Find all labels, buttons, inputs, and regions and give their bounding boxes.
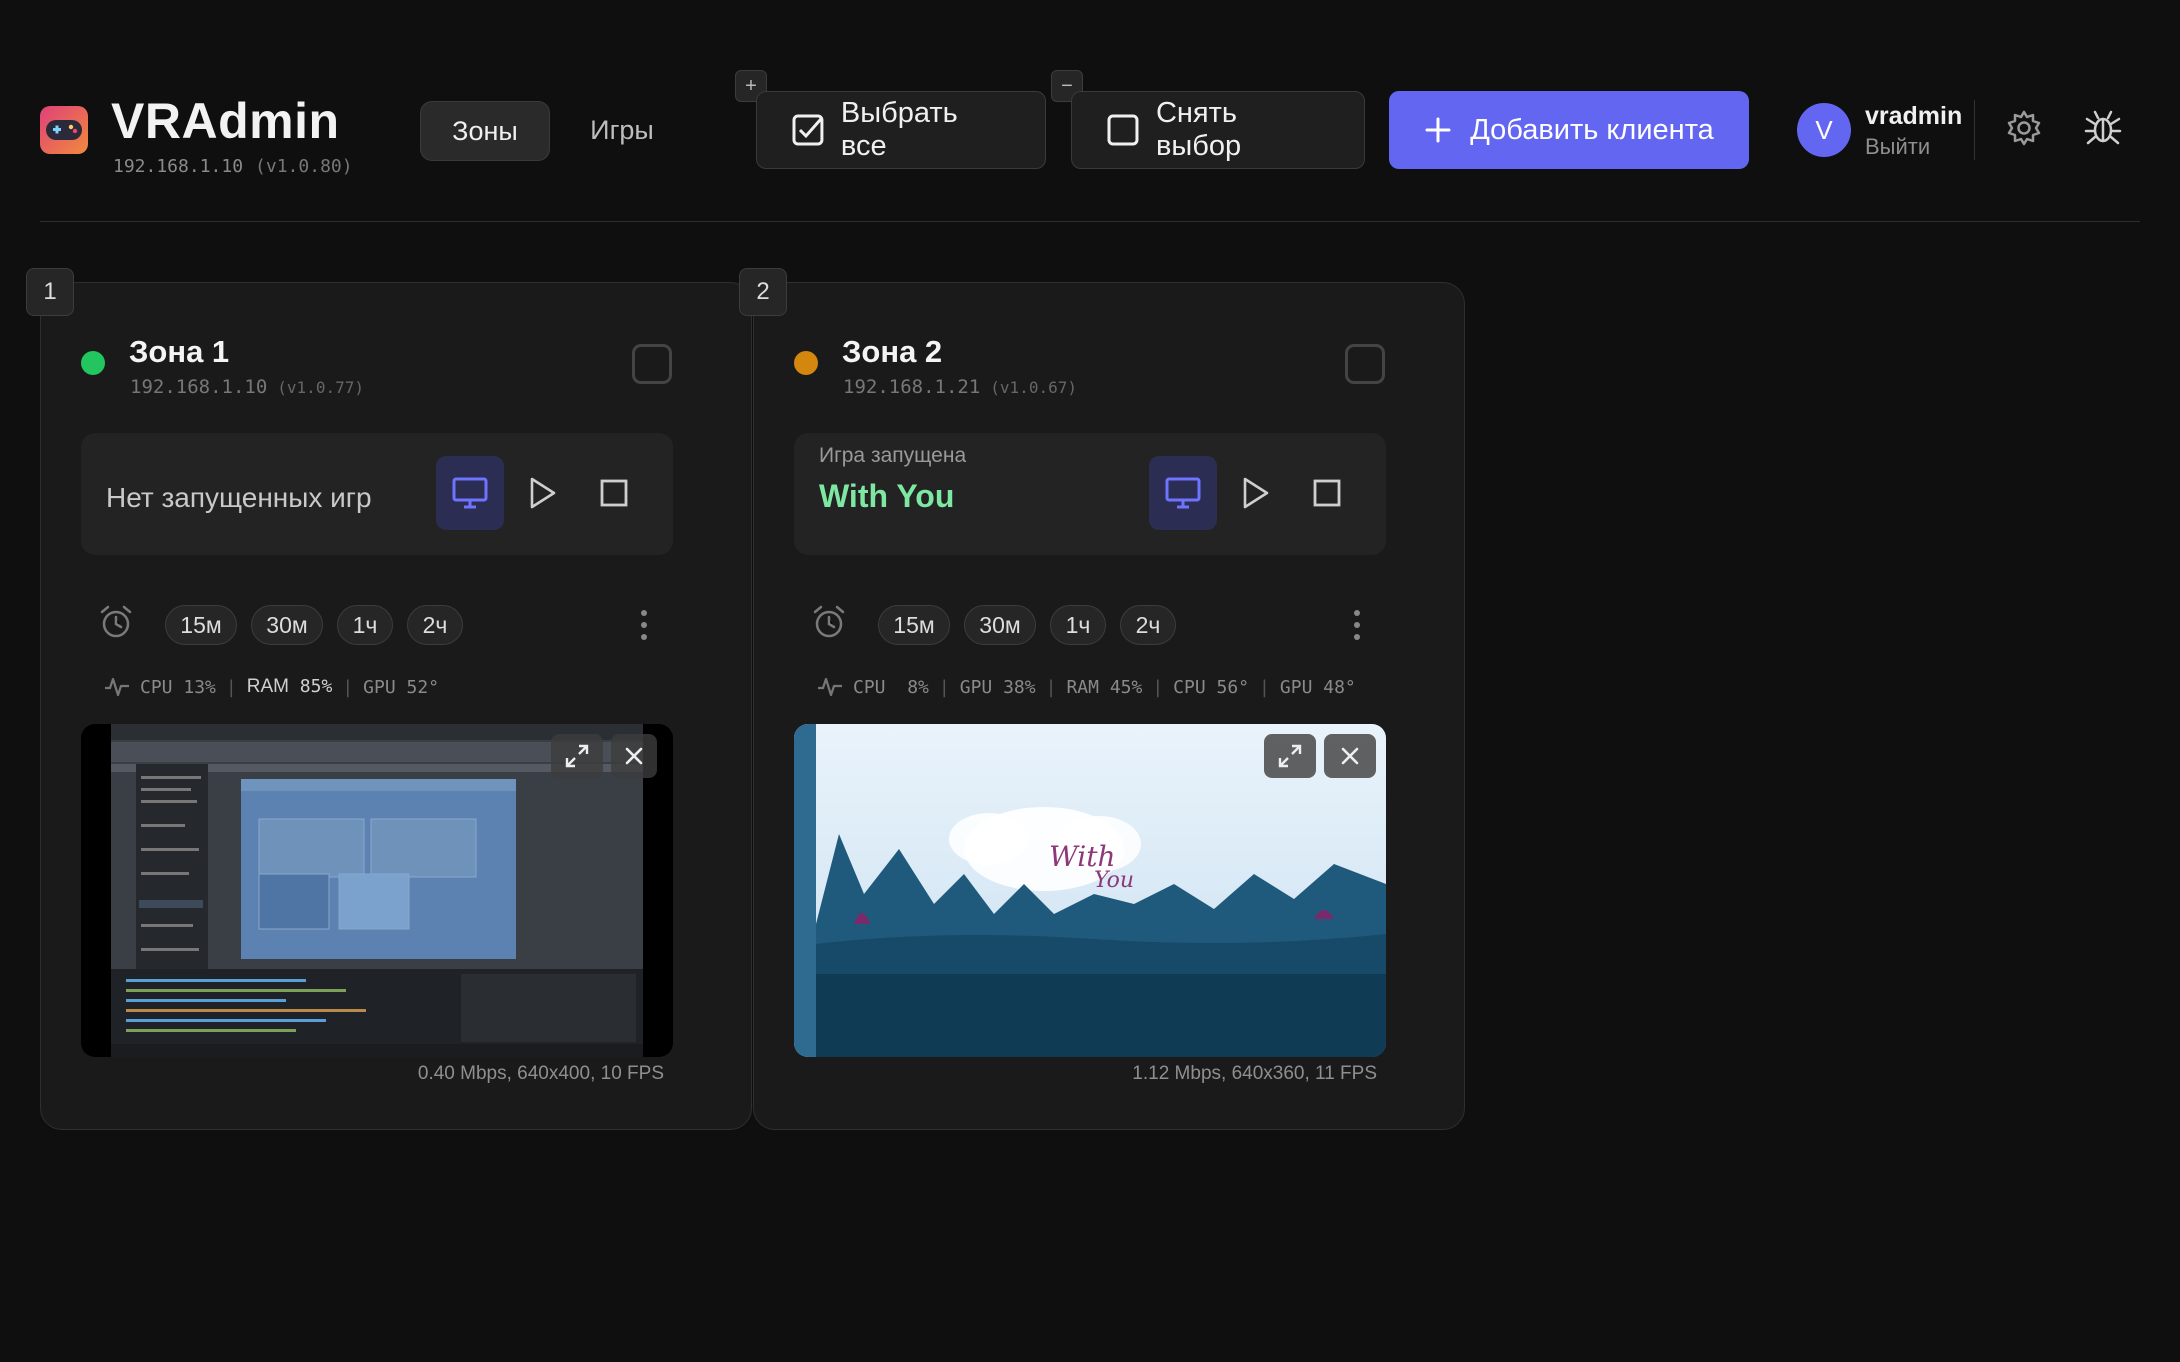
zone-number-badge: 2 bbox=[739, 268, 787, 316]
running-game-name: With You bbox=[819, 478, 955, 514]
user-name: vradmin bbox=[1865, 102, 1963, 130]
game-running-label: Игра запущена bbox=[819, 444, 967, 467]
resource-stats: CPU 8% | GPU 38% | RAM 45% | CPU 56° | G… bbox=[817, 676, 1356, 698]
no-game-text: Нет запущенных игр bbox=[106, 482, 372, 513]
tab-zones[interactable]: Зоны bbox=[420, 101, 550, 161]
cpu-value: 13% bbox=[183, 676, 216, 698]
status-indicator bbox=[81, 351, 105, 375]
more-options-icon[interactable] bbox=[1347, 608, 1367, 647]
alarm-clock-icon bbox=[810, 603, 848, 646]
zone-address: 192.168.1.10 (v1.0.77) bbox=[130, 376, 364, 398]
zone-ip: 192.168.1.10 bbox=[130, 376, 268, 398]
play-icon bbox=[1243, 477, 1269, 509]
resource-stats: CPU 13% | RAM 85% | GPU 52° bbox=[104, 676, 439, 698]
stream-info: 1.12 Mbps, 640x360, 11 FPS bbox=[1132, 1063, 1377, 1084]
cpu-temp-label: CPU bbox=[1173, 676, 1206, 698]
gpu-value: 38% bbox=[1003, 676, 1036, 698]
deselect-all-button[interactable]: Снять выбор bbox=[1071, 91, 1365, 169]
activity-icon bbox=[105, 677, 129, 697]
timer-1h-button[interactable]: 1ч bbox=[1050, 605, 1106, 645]
server-address: 192.168.1.10 (v1.0.80) bbox=[113, 156, 353, 177]
close-icon bbox=[1341, 747, 1359, 765]
close-preview-button[interactable] bbox=[611, 734, 657, 778]
timer-15m-button[interactable]: 15м bbox=[878, 605, 950, 645]
cpu-label: CPU bbox=[140, 676, 173, 698]
gpu-temp-value: 52° bbox=[406, 676, 440, 698]
play-button[interactable] bbox=[512, 456, 572, 530]
play-button[interactable] bbox=[1225, 456, 1285, 530]
add-client-label: Добавить клиента bbox=[1470, 113, 1714, 146]
ram-value: 85% bbox=[299, 676, 333, 697]
select-all-label: Выбрать все bbox=[840, 97, 958, 162]
monitor-button[interactable] bbox=[1149, 456, 1217, 530]
ram-value: 45% bbox=[1109, 676, 1143, 698]
stop-button[interactable] bbox=[584, 456, 644, 530]
game-logo-text: You bbox=[1094, 868, 1134, 893]
close-icon bbox=[625, 747, 643, 765]
zone-title: Зона 2 bbox=[842, 334, 943, 369]
bug-icon[interactable] bbox=[2082, 106, 2124, 153]
timer-1h-button[interactable]: 1ч bbox=[337, 605, 393, 645]
screen-preview[interactable] bbox=[81, 724, 673, 1057]
timer-15m-button[interactable]: 15м bbox=[165, 605, 237, 645]
expand-icon bbox=[565, 744, 589, 768]
zone-version: (v1.0.77) bbox=[277, 378, 364, 397]
expand-icon bbox=[1278, 744, 1302, 768]
header-separator bbox=[40, 221, 2140, 222]
zone-version: (v1.0.67) bbox=[990, 378, 1077, 397]
status-indicator bbox=[794, 351, 818, 375]
zone-select-checkbox[interactable] bbox=[1345, 344, 1385, 384]
monitor-icon bbox=[452, 477, 488, 509]
add-client-button[interactable]: Добавить клиента bbox=[1389, 91, 1749, 169]
cpu-temp-value: 56° bbox=[1216, 676, 1250, 698]
gear-icon[interactable] bbox=[2004, 108, 2044, 153]
alarm-clock-icon bbox=[97, 603, 135, 646]
monitor-icon bbox=[1165, 477, 1201, 509]
deselect-all-label: Снять выбор bbox=[1155, 97, 1242, 162]
zone-select-checkbox[interactable] bbox=[632, 344, 672, 384]
checkbox-empty-icon bbox=[1107, 114, 1139, 146]
zone-ip: 192.168.1.21 bbox=[843, 376, 981, 398]
header-divider bbox=[1974, 100, 1975, 160]
timer-2h-button[interactable]: 2ч bbox=[407, 605, 463, 645]
checkbox-checked-icon bbox=[792, 114, 824, 146]
stream-info: 0.40 Mbps, 640x400, 10 FPS bbox=[417, 1063, 664, 1084]
stop-button[interactable] bbox=[1297, 456, 1357, 530]
more-options-icon[interactable] bbox=[634, 608, 654, 647]
gpu-temp-label: GPU bbox=[363, 676, 396, 698]
zone-address: 192.168.1.21 (v1.0.67) bbox=[843, 376, 1077, 398]
stop-icon bbox=[1313, 479, 1341, 507]
screen-preview[interactable]: With You bbox=[794, 724, 1386, 1057]
gpu-temp-value: 48° bbox=[1323, 676, 1356, 698]
app-title: VRAdmin bbox=[111, 93, 340, 149]
avatar[interactable]: V bbox=[1797, 103, 1851, 157]
server-ip: 192.168.1.10 bbox=[113, 156, 244, 177]
logout-link[interactable]: Выйти bbox=[1865, 134, 1930, 160]
timer-30m-button[interactable]: 30м bbox=[251, 605, 323, 645]
fullscreen-button[interactable] bbox=[1264, 734, 1316, 778]
play-icon bbox=[530, 477, 556, 509]
tab-games[interactable]: Игры bbox=[572, 101, 672, 159]
cpu-value: 8% bbox=[907, 676, 929, 698]
zone-title: Зона 1 bbox=[129, 334, 230, 369]
select-all-button[interactable]: Выбрать все bbox=[756, 91, 1046, 169]
ram-label: RAM bbox=[246, 676, 289, 697]
app-logo-icon bbox=[40, 106, 88, 154]
fullscreen-button[interactable] bbox=[551, 734, 603, 778]
server-version: (v1.0.80) bbox=[255, 156, 353, 177]
plus-icon bbox=[1425, 117, 1451, 143]
cpu-label: CPU bbox=[853, 676, 886, 698]
stop-icon bbox=[600, 479, 628, 507]
gpu-temp-label: GPU bbox=[1279, 676, 1313, 698]
timer-30m-button[interactable]: 30м bbox=[964, 605, 1036, 645]
gpu-label: GPU bbox=[959, 676, 993, 698]
timer-2h-button[interactable]: 2ч bbox=[1120, 605, 1176, 645]
close-preview-button[interactable] bbox=[1324, 734, 1376, 778]
monitor-button[interactable] bbox=[436, 456, 504, 530]
ram-label: RAM bbox=[1066, 676, 1099, 698]
zone-number-badge: 1 bbox=[26, 268, 74, 316]
activity-icon bbox=[818, 677, 842, 697]
